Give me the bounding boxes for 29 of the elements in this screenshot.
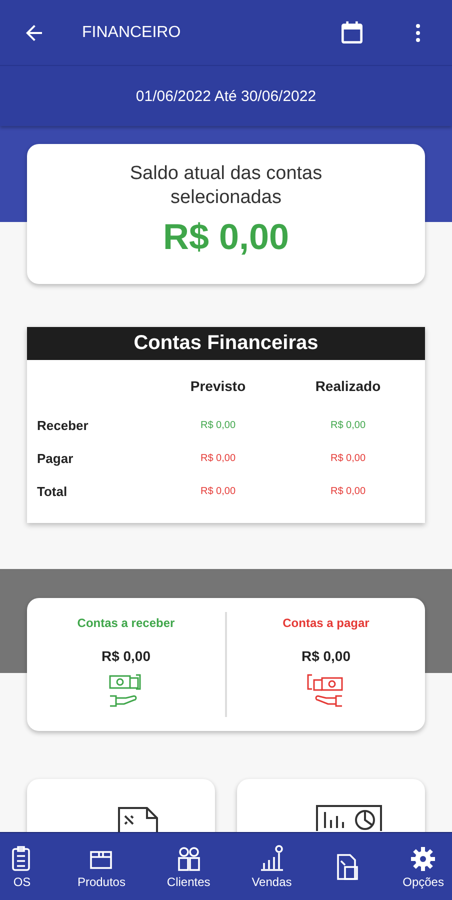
row-label: Pagar — [37, 451, 74, 466]
screen-title: FINANCEIRO — [82, 24, 182, 42]
nav-item[interactable]: Produtos — [73, 833, 130, 900]
nav-item[interactable]: Vendas — [248, 833, 296, 900]
nav-item[interactable]: OS — [4, 833, 40, 900]
nav-item[interactable]: Opções — [398, 833, 448, 900]
balance-value: R$ 0,00 — [162, 216, 290, 258]
table-cell-text: R$ 0,00 — [329, 453, 367, 464]
date-range: 01/06/2022 Até 30/06/2022 — [136, 88, 316, 104]
summary-value: R$ 0,00 — [101, 648, 151, 664]
table-cell-text: R$ 0,00 — [329, 420, 367, 431]
column-header: Previsto — [189, 378, 247, 394]
balance-label: Saldo atual das contas selecionadas — [128, 162, 324, 210]
settings-icon — [409, 844, 438, 872]
table-cell-text: R$ 0,00 — [199, 486, 237, 497]
chart-icon — [315, 804, 385, 831]
table-cell-text: R$ 0,00 — [199, 420, 237, 431]
row-label: Receber — [37, 418, 90, 433]
table-cell-text: R$ 0,00 — [329, 486, 367, 497]
summary-value: R$ 0,00 — [301, 648, 351, 664]
summary-title: Contas a pagar — [282, 616, 370, 630]
column-header: Realizado — [314, 378, 382, 394]
history-card[interactable] — [237, 779, 425, 833]
nav-item[interactable]: Clientes — [162, 833, 214, 900]
summary-title: Contas a receber — [77, 616, 175, 630]
row-label: Total — [37, 484, 68, 499]
report-card[interactable] — [27, 779, 215, 833]
table-title: Contas Financeiras — [27, 327, 425, 360]
table-cell-text: R$ 0,00 — [199, 453, 237, 464]
